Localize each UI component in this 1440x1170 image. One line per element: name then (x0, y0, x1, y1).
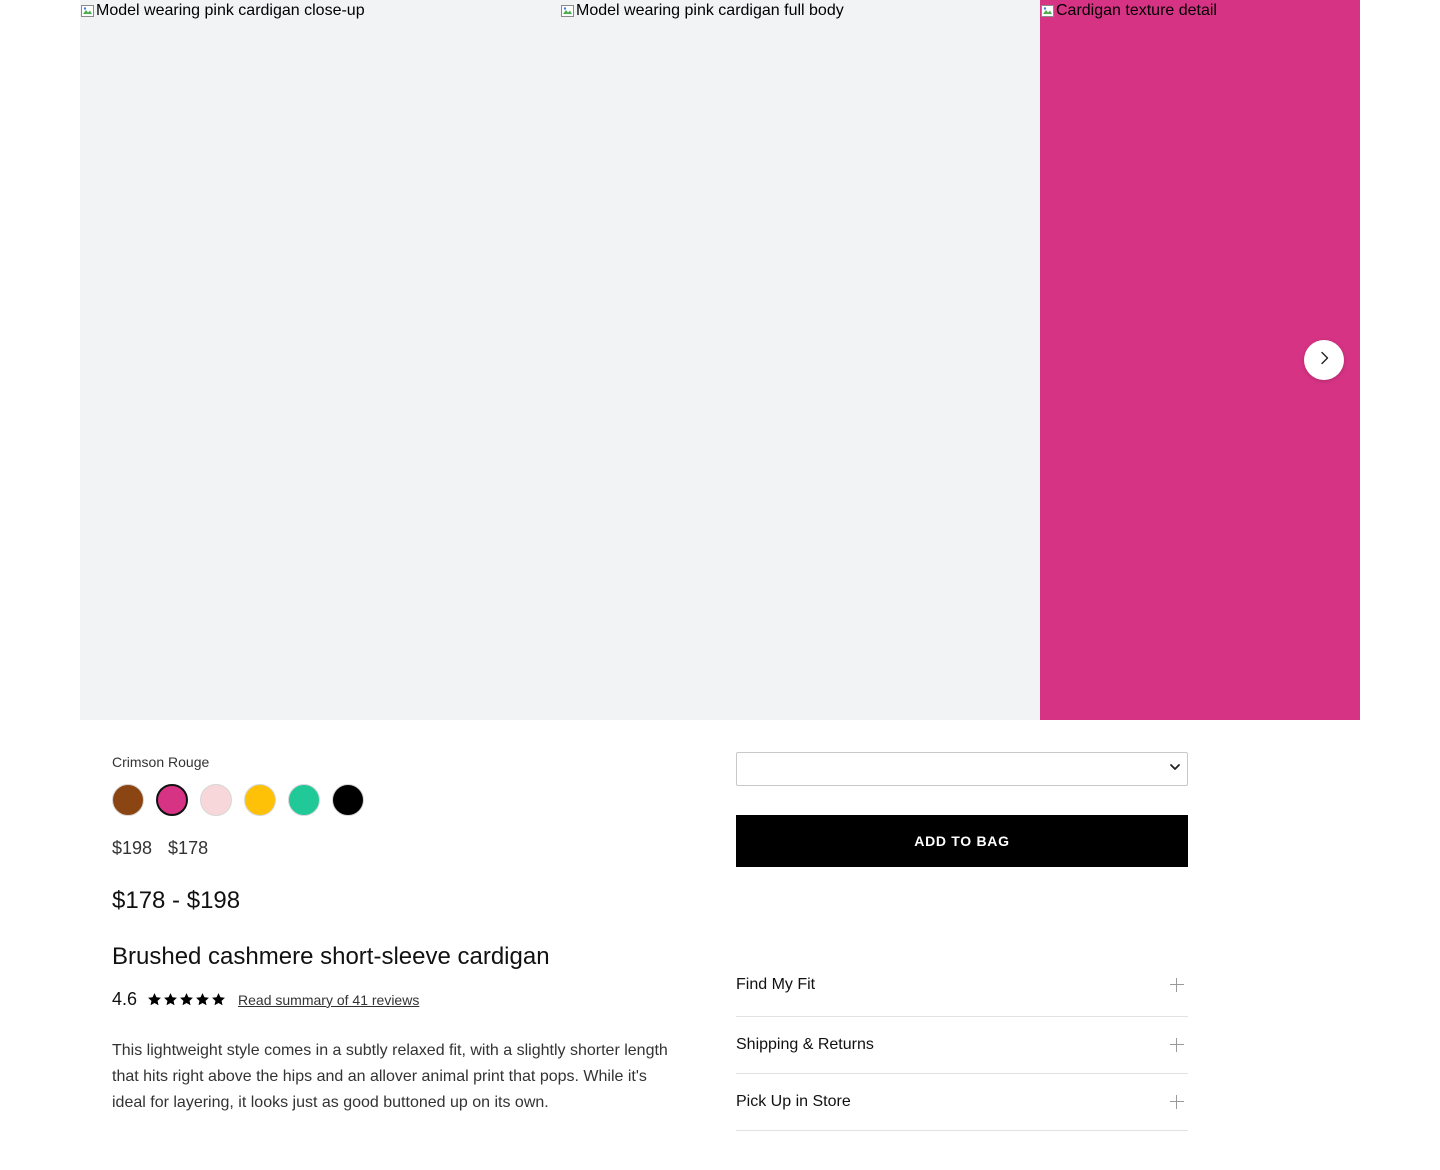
accordion-label: Pick Up in Store (736, 1093, 851, 1110)
broken-image-icon (1040, 3, 1056, 19)
price-sale: $178 (168, 838, 209, 858)
size-select[interactable] (736, 752, 1188, 786)
star-icon (148, 993, 161, 1006)
product-title: Brushed cashmere short-sleeve cardigan (112, 943, 550, 970)
star-icon (164, 993, 177, 1006)
star-icon (196, 993, 209, 1006)
chevron-down-icon (1169, 760, 1181, 778)
color-swatches (112, 784, 672, 816)
gallery-image-1[interactable]: Model wearing pink cardigan close-up (80, 0, 560, 720)
reviews-summary-link[interactable]: Read summary of 41 reviews (238, 992, 419, 1008)
plus-icon (1170, 977, 1184, 992)
gallery-next-button[interactable] (1304, 340, 1344, 380)
broken-image-icon (80, 3, 96, 19)
accordion-pick-up-in-store[interactable]: Pick Up in Store (736, 1074, 1188, 1131)
variant-prices: $198 $178 (112, 838, 672, 859)
color-swatch[interactable] (112, 784, 144, 816)
chevron-right-icon (1316, 350, 1332, 371)
accordion-label: Shipping & Returns (736, 1036, 874, 1053)
plus-icon (1170, 1095, 1184, 1109)
accordion-shipping-returns[interactable]: Shipping & Returns (736, 1017, 1188, 1074)
accordion-label: Find My Fit (736, 975, 816, 993)
gallery-image-alt-text: Cardigan texture detail (1056, 2, 1217, 19)
color-swatch[interactable] (200, 784, 232, 816)
color-swatch[interactable] (288, 784, 320, 816)
gallery-image-2[interactable]: Model wearing pink cardigan full body (560, 0, 1040, 720)
product-info: Crimson Rouge $198 $178 $178 - $198 Brus… (112, 752, 672, 1116)
info-accordion: Find My Fit Shipping & Returns Pick Up i… (736, 967, 1188, 1131)
selected-color-name: Crimson Rouge (112, 754, 210, 770)
price-range: $178 - $198 (112, 887, 241, 914)
add-to-bag-button[interactable]: ADD TO BAG (736, 815, 1188, 867)
product-description: This lightweight style comes in a subtly… (112, 1042, 668, 1111)
plus-icon (1170, 1038, 1184, 1052)
purchase-panel: ADD TO BAG Find My Fit Shipping & Return… (736, 752, 1188, 1131)
color-swatch[interactable] (332, 784, 364, 816)
star-icon (212, 993, 225, 1006)
rating-value: 4.6 (112, 989, 138, 1009)
color-swatch[interactable] (244, 784, 276, 816)
product-image-gallery: Model wearing pink cardigan close-up Mod… (80, 0, 1360, 720)
star-rating (147, 992, 226, 1007)
star-icon (180, 993, 193, 1006)
rating-row: 4.6 Read summary of 41 reviews (112, 989, 672, 1010)
price-original: $198 (112, 838, 153, 858)
gallery-image-alt-text: Model wearing pink cardigan full body (576, 2, 844, 19)
gallery-image-alt-text: Model wearing pink cardigan close-up (96, 2, 365, 19)
accordion-find-my-fit[interactable]: Find My Fit (736, 967, 1188, 1017)
broken-image-icon (560, 3, 576, 19)
color-swatch[interactable] (156, 784, 188, 816)
